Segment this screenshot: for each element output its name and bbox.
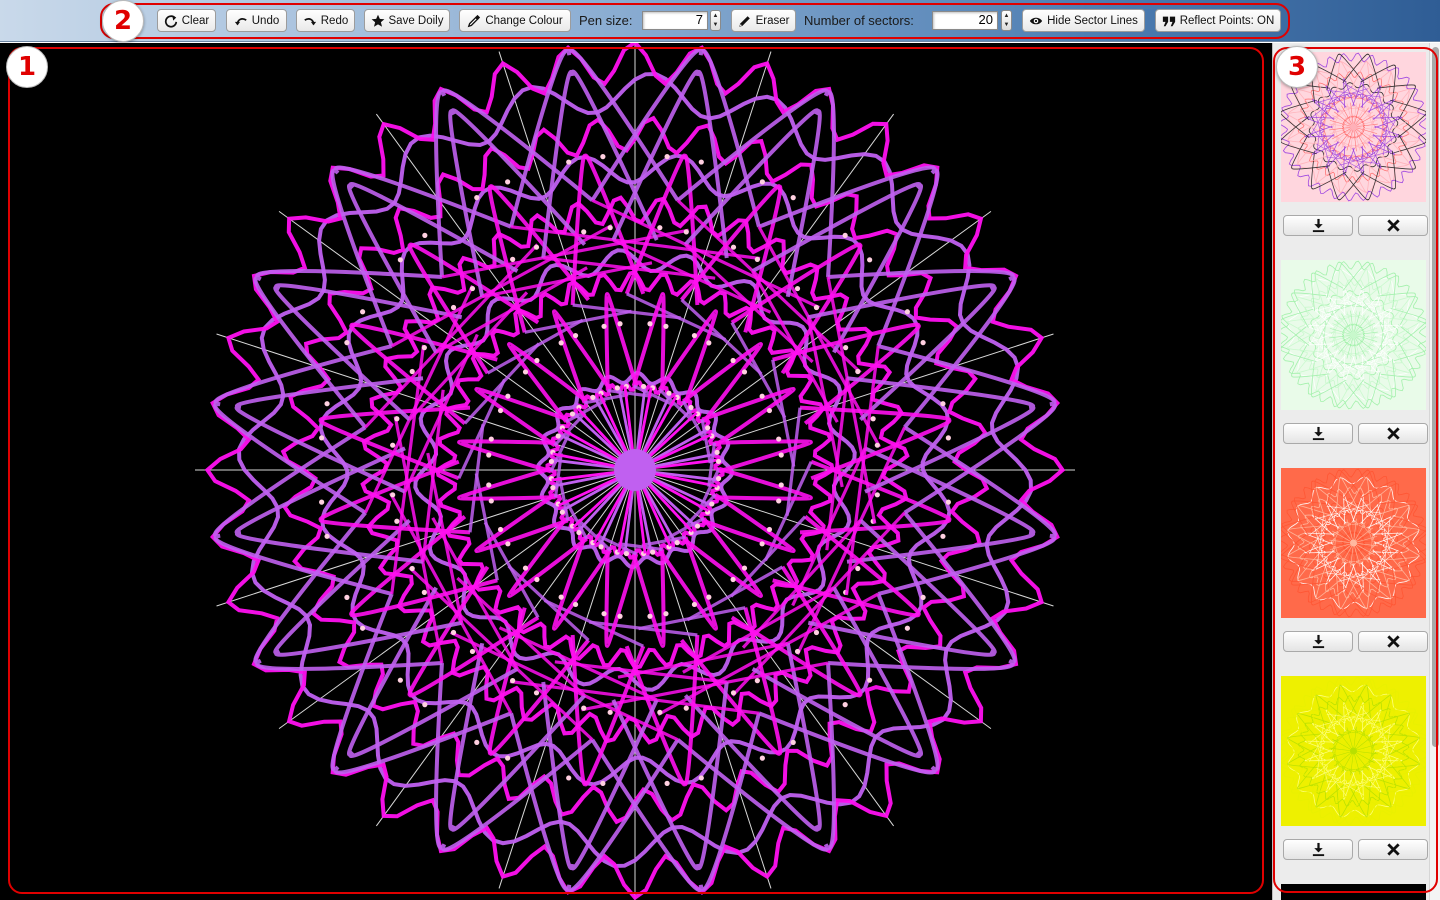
doily-thumbnail-image: [1281, 468, 1426, 618]
download-icon: [1312, 634, 1324, 649]
close-icon: [1386, 843, 1400, 856]
download-button[interactable]: [1283, 215, 1353, 236]
sectors-label: Number of sectors:: [804, 13, 914, 28]
pen-size-field[interactable]: 7: [642, 11, 708, 30]
reflect-points-label: Reflect Points: ON: [1179, 14, 1275, 27]
change-colour-button[interactable]: Change Colour: [459, 9, 571, 32]
download-button[interactable]: [1283, 631, 1353, 652]
pencil-icon: [738, 15, 750, 27]
hide-sector-lines-label: Hide Sector Lines: [1047, 14, 1138, 27]
redo-label: Redo: [320, 14, 349, 27]
download-icon: [1312, 426, 1324, 441]
delete-button[interactable]: [1358, 839, 1428, 860]
clear-button[interactable]: Clear: [157, 9, 216, 32]
close-icon: [1386, 635, 1400, 648]
gallery-scrollbar[interactable]: [1429, 43, 1440, 900]
quote-icon: [1162, 16, 1175, 26]
close-icon: [1386, 427, 1400, 440]
gallery-thumbnail[interactable]: [1281, 676, 1426, 826]
clear-label: Clear: [181, 14, 210, 27]
change-colour-label: Change Colour: [485, 14, 563, 27]
drawing-canvas[interactable]: [0, 43, 1272, 900]
save-doily-label: Save Doily: [388, 14, 444, 27]
download-button[interactable]: [1283, 423, 1353, 444]
pen-size-stepper[interactable]: ▲ ▼: [710, 10, 721, 31]
download-icon: [1312, 842, 1324, 857]
doily-gallery: [1272, 43, 1440, 900]
doily-thumbnail-image: [1281, 676, 1426, 826]
scrollbar-thumb[interactable]: [1432, 47, 1439, 747]
delete-button[interactable]: [1358, 215, 1428, 236]
star-icon: [371, 14, 384, 27]
gallery-thumbnail-partial[interactable]: [1281, 884, 1426, 900]
download-icon: [1312, 218, 1324, 233]
delete-button[interactable]: [1358, 631, 1428, 652]
hide-sector-lines-button[interactable]: Hide Sector Lines: [1022, 9, 1145, 32]
reflect-points-button[interactable]: Reflect Points: ON: [1155, 9, 1281, 32]
annotation-badge-3: 3: [1276, 46, 1318, 88]
doily-drawing[interactable]: [0, 43, 1272, 900]
gallery-thumbnail[interactable]: [1281, 260, 1426, 410]
refresh-icon: [164, 14, 177, 28]
annotation-badge-1: 1: [6, 46, 48, 88]
stepper-down-icon[interactable]: ▼: [1004, 22, 1010, 28]
download-button[interactable]: [1283, 839, 1353, 860]
undo-label: Undo: [251, 14, 280, 27]
eraser-button[interactable]: Eraser: [731, 9, 796, 32]
sectors-stepper[interactable]: ▲ ▼: [1001, 10, 1012, 31]
undo-button[interactable]: Undo: [226, 9, 287, 32]
stepper-up-icon[interactable]: ▲: [713, 13, 719, 19]
pen-size-label: Pen size:: [579, 13, 633, 28]
gallery-thumbnail[interactable]: [1281, 468, 1426, 618]
save-doily-button[interactable]: Save Doily: [364, 9, 450, 32]
eye-icon: [1029, 17, 1043, 24]
toolbar: Clear Undo Redo Save Doily Change Colour…: [0, 0, 1440, 42]
redo-button[interactable]: Redo: [296, 9, 355, 32]
redo-icon: [304, 17, 316, 25]
delete-button[interactable]: [1358, 423, 1428, 444]
doily-thumbnail-image: [1281, 260, 1426, 410]
stepper-up-icon[interactable]: ▲: [1004, 13, 1010, 19]
eyedropper-icon: [468, 14, 481, 27]
eraser-label: Eraser: [755, 14, 790, 27]
stepper-down-icon[interactable]: ▼: [713, 22, 719, 28]
close-icon: [1386, 219, 1400, 232]
sectors-field[interactable]: 20: [932, 11, 998, 30]
undo-icon: [234, 17, 247, 25]
annotation-badge-2: 2: [102, 0, 144, 42]
